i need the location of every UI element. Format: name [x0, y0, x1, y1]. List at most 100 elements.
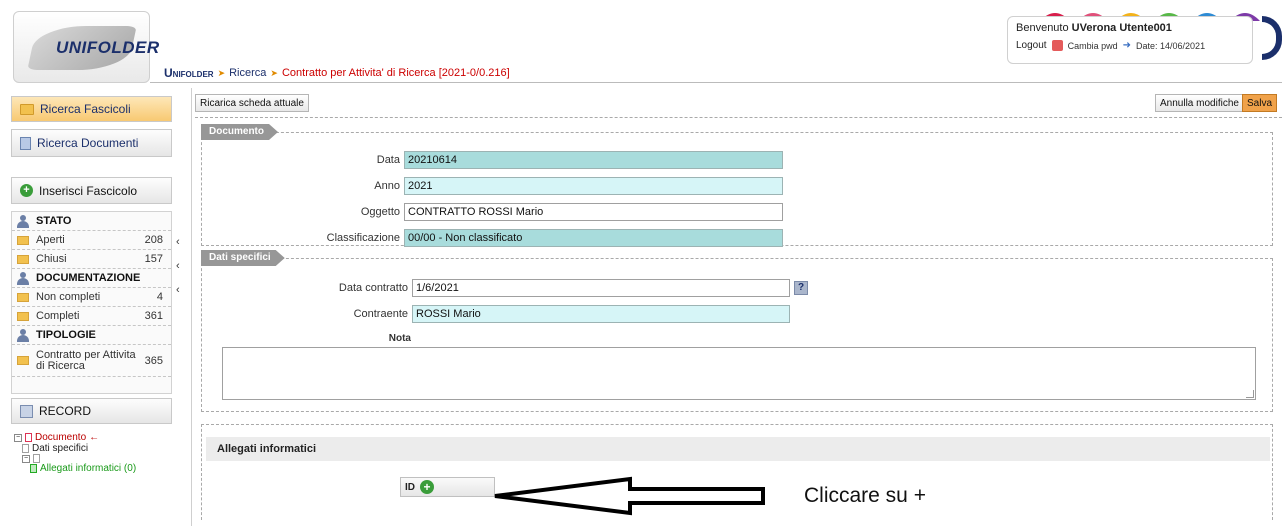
ricerca-documenti-button[interactable]: Ricerca Documenti — [11, 129, 172, 157]
allegati-table-header: ID + — [400, 477, 495, 497]
collapse-icon[interactable]: − — [22, 454, 30, 463]
breadcrumb-app[interactable]: Unifolder — [164, 66, 214, 80]
date-label: Date: 14/06/2021 — [1136, 40, 1206, 51]
filter-item-completi[interactable]: Completi 361 — [12, 307, 171, 326]
contraente-label: Contraente — [353, 308, 408, 320]
logo-text: UNIFOLDER — [56, 38, 160, 57]
allegati-header: Allegati informatici — [206, 437, 1270, 461]
collapse-arrow-icon[interactable]: ‹ — [176, 236, 180, 248]
tree-item-dati-specifici[interactable]: Dati specifici — [14, 443, 136, 454]
breadcrumb-current: Contratto per Attivita' di Ricerca [2021… — [281, 67, 510, 79]
filter-label: Contratto per Attivita di Ricerca — [36, 348, 136, 372]
filter-item-chiusi[interactable]: Chiusi 157 — [12, 250, 171, 269]
document-search-icon — [20, 136, 31, 150]
group-header-documentazione: DOCUMENTAZIONE — [12, 269, 171, 288]
tree-item-documento[interactable]: − Documento ← — [14, 432, 136, 443]
section-title: Dati specifici — [201, 250, 285, 266]
logout-link[interactable]: Logout — [1016, 40, 1047, 51]
help-icon[interactable]: ? — [794, 281, 808, 295]
record-label: RECORD — [39, 404, 92, 418]
tree-label: Documento — [35, 432, 87, 443]
filter-count: 365 — [144, 354, 163, 367]
filter-item-non-completi[interactable]: Non completi 4 — [12, 288, 171, 307]
resize-handle-icon[interactable] — [1246, 390, 1254, 398]
change-password-link[interactable]: Cambia pwd — [1068, 41, 1118, 51]
data-label: Data — [376, 154, 400, 166]
contraente-field-row: Contraente ROSSI Mario — [300, 305, 790, 323]
collapse-handles: ‹ ‹ ‹ — [176, 236, 180, 296]
data-contratto-input[interactable]: 1/6/2021 — [412, 279, 790, 297]
ricerca-fascicoli-label: Ricerca Fascicoli — [40, 102, 131, 116]
cancel-changes-button[interactable]: Annulla modifiche — [1155, 94, 1244, 112]
filter-count: 157 — [144, 253, 163, 265]
inserisci-fascicolo-button[interactable]: + Inserisci Fascicolo — [11, 177, 172, 204]
breadcrumb-separator-icon: ➤ — [217, 67, 226, 78]
oggetto-label: Oggetto — [360, 206, 400, 218]
document-icon — [22, 444, 29, 453]
filter-label: Completi — [36, 310, 80, 322]
collapse-arrow-icon[interactable]: ‹ — [176, 260, 180, 272]
nota-textarea[interactable] — [222, 347, 1256, 400]
anno-field-row: Anno 2021 — [300, 177, 783, 195]
group-title: STATO — [36, 215, 72, 227]
record-button[interactable]: RECORD — [11, 398, 172, 424]
welcome-prefix: Benvenuto — [1016, 22, 1072, 34]
username: UVerona Utente001 — [1071, 22, 1172, 34]
group-header-tipologie: TIPOLOGIE — [12, 326, 171, 345]
data-input[interactable]: 20210614 — [404, 151, 783, 169]
record-icon — [20, 404, 33, 418]
anno-input[interactable]: 2021 — [404, 177, 783, 195]
welcome-text: Benvenuto UVerona Utente001 — [1016, 22, 1244, 34]
user-icon — [17, 328, 29, 342]
data-field-row: Data 20210614 — [300, 151, 783, 169]
add-attachment-button[interactable]: + — [420, 480, 434, 494]
tree-item-allegati[interactable]: Allegati informatici (0) — [14, 463, 136, 474]
tree-label: Allegati informatici (0) — [40, 463, 137, 474]
swirl-decoration — [1262, 16, 1282, 60]
ricerca-fascicoli-button[interactable]: Ricerca Fascicoli — [11, 96, 172, 122]
logout-icon[interactable] — [1051, 40, 1063, 51]
arrow-right-icon: ➜ — [1122, 40, 1132, 51]
folder-search-icon — [20, 103, 34, 115]
oggetto-field-row: Oggetto CONTRATTO ROSSI Mario — [300, 203, 783, 221]
document-icon — [25, 433, 32, 442]
breadcrumb: Unifolder ➤ Ricerca ➤ Contratto per Atti… — [164, 66, 510, 80]
filter-item-contratto[interactable]: Contratto per Attivita di Ricerca 365 — [12, 345, 171, 377]
add-icon: + — [20, 184, 33, 197]
collapse-arrow-icon[interactable]: ‹ — [176, 284, 180, 296]
filter-count: 208 — [144, 234, 163, 246]
sidebar-filters: STATO Aperti 208 Chiusi 157 DOCUMENTAZIO… — [11, 211, 172, 394]
app-logo[interactable]: UNIFOLDER — [13, 11, 159, 83]
classificazione-label: Classificazione — [326, 232, 400, 244]
contraente-input[interactable]: ROSSI Mario — [412, 305, 790, 323]
data-contratto-field-row: Data contratto 1/6/2021 ? — [300, 279, 808, 297]
record-tree: − Documento ← Dati specifici − Allegati … — [14, 432, 136, 474]
reload-button[interactable]: Ricarica scheda attuale — [195, 94, 309, 112]
classificazione-input[interactable]: 00/00 - Non classificato — [404, 229, 783, 247]
section-title: Documento — [201, 124, 278, 140]
collapse-icon[interactable]: − — [14, 433, 22, 442]
classificazione-field-row: Classificazione 00/00 - Non classificato — [300, 229, 783, 247]
oggetto-input[interactable]: CONTRATTO ROSSI Mario — [404, 203, 783, 221]
filter-label: Non completi — [36, 291, 101, 303]
document-icon — [33, 454, 40, 463]
user-icon — [17, 271, 29, 285]
filter-count: 4 — [156, 291, 163, 303]
group-title: DOCUMENTAZIONE — [36, 272, 141, 284]
user-box: Benvenuto UVerona Utente001 Logout Cambi… — [1007, 16, 1253, 64]
folder-icon — [17, 356, 29, 365]
filter-label: Chiusi — [36, 253, 67, 265]
data-contratto-label: Data contratto — [338, 282, 408, 294]
filter-item-aperti[interactable]: Aperti 208 — [12, 231, 171, 250]
folder-icon — [17, 311, 29, 321]
ricerca-documenti-label: Ricerca Documenti — [37, 136, 139, 150]
tree-item-group[interactable]: − — [14, 454, 136, 463]
breadcrumb-separator-icon: ➤ — [270, 67, 278, 78]
group-header-stato: STATO — [12, 212, 171, 231]
user-icon — [17, 214, 29, 228]
nota-label: Nota — [388, 333, 411, 344]
user-actions: Logout Cambia pwd ➜ Date: 14/06/2021 — [1016, 40, 1244, 51]
breadcrumb-ricerca[interactable]: Ricerca — [229, 67, 266, 79]
toolbar-divider — [195, 117, 1282, 118]
save-button[interactable]: Salva — [1242, 94, 1278, 112]
